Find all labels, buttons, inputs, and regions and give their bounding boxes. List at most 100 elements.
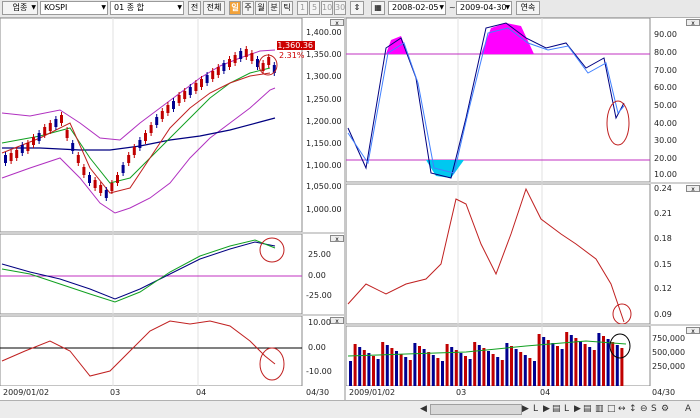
price-tick-label: 1,150.00 — [306, 139, 342, 148]
volume-tick-label: 750,000 — [652, 334, 686, 343]
status-L2-button[interactable]: L — [564, 403, 569, 415]
code-select[interactable]: 01 종 합 ▼ — [110, 1, 184, 15]
panel-close-button[interactable]: x — [330, 19, 344, 27]
candle-body — [4, 155, 7, 163]
candle-body — [71, 143, 75, 151]
table-icon[interactable]: ▤ — [583, 403, 592, 415]
volume-bar — [546, 340, 550, 386]
period-button-minute[interactable]: 분 — [268, 1, 280, 15]
volume-bar — [528, 358, 532, 386]
ma-mid-line — [1, 67, 271, 184]
volume-bar — [349, 361, 352, 386]
oscillator-panel-1[interactable]: x 25.00 0.00 -25.00 — [0, 234, 344, 314]
period-button-1[interactable]: 전체 — [203, 1, 225, 15]
candle-body — [32, 137, 35, 145]
plot-border — [0, 234, 303, 314]
next-icon[interactable]: ▶ — [522, 403, 529, 415]
interval-button-1[interactable]: 1 — [297, 1, 308, 15]
candle-body — [233, 55, 237, 63]
volatility-panel[interactable]: x 0.24 0.21 0.18 0.15 0.12 0.09 — [346, 184, 700, 324]
chart-icon[interactable]: ▥ — [595, 403, 604, 415]
settings-button[interactable]: ⇕ — [350, 1, 364, 15]
interval-button-10[interactable]: 10 — [321, 1, 333, 15]
stoch-tick-label: 10.00 — [654, 170, 677, 179]
start-date: 2008-02-05 — [392, 3, 439, 12]
volume-bar — [592, 350, 596, 386]
expand-icon[interactable]: ⊖ — [640, 403, 648, 415]
stoch-tick-label: 60.00 — [654, 83, 677, 92]
osc1-tick-label: -25.00 — [306, 291, 332, 300]
interval-button-30[interactable]: 30 — [334, 1, 346, 15]
horizontal-scrollbar[interactable] — [430, 404, 522, 415]
panel-close-button[interactable]: x — [686, 327, 700, 335]
status-A-button[interactable]: A — [685, 403, 691, 415]
volume-bar — [579, 341, 582, 386]
previous-icon[interactable]: ◀ — [420, 403, 427, 415]
highlight-circle — [259, 347, 285, 381]
candle-body — [155, 117, 159, 125]
period-button-monthly[interactable]: 월 — [255, 1, 267, 15]
volume-bar — [473, 342, 477, 386]
panel-close-button[interactable]: x — [686, 185, 700, 193]
volume-bar — [399, 354, 403, 386]
candle-body — [99, 185, 103, 193]
candle-body — [15, 150, 19, 158]
panel-close-button[interactable]: x — [330, 317, 344, 325]
candle-body — [188, 87, 192, 95]
period-button-daily[interactable]: 일 — [229, 1, 241, 15]
period-button-weekly[interactable]: 주 — [242, 1, 254, 15]
candle-body — [244, 49, 248, 57]
x-axis-label: 2009/01/02 — [349, 388, 396, 397]
period-button-0[interactable]: 전 — [188, 1, 201, 15]
price-tick-label: 1,100.00 — [306, 161, 342, 170]
oscillator-panel-2[interactable]: x 10.00 0.00 -10.00 — [0, 316, 344, 386]
start-date-field[interactable]: 2008-02-05 ▼ — [388, 1, 446, 15]
candle-body — [166, 105, 170, 113]
period-button-tick[interactable]: 틱 — [281, 1, 293, 15]
panel-close-button[interactable]: x — [686, 19, 700, 27]
volume-bar — [390, 348, 394, 386]
vola-tick-label: 0.24 — [654, 184, 672, 193]
candle-body — [127, 155, 131, 163]
continuous-button[interactable]: 연속 — [516, 1, 540, 15]
status-L-button[interactable]: L — [533, 403, 538, 415]
gear-icon[interactable]: ⚙ — [661, 403, 669, 415]
volume-bar — [551, 343, 555, 386]
bar-icon[interactable]: ↔ — [618, 403, 626, 415]
volume-bar — [464, 356, 467, 386]
osc1-tick-label: 0.00 — [308, 271, 326, 280]
end-date-field[interactable]: 2009-04-30 ▼ — [456, 1, 512, 15]
candle-body — [160, 111, 164, 119]
volume-bar — [372, 356, 375, 386]
table-icon[interactable]: ▤ — [552, 403, 561, 415]
chevron-down-icon: ▼ — [101, 4, 106, 11]
square-icon[interactable]: □ — [607, 403, 616, 415]
index-select[interactable]: KOSPI ▼ — [40, 1, 108, 15]
candle-body — [37, 133, 41, 141]
x-axis-label: 04/30 — [306, 388, 330, 397]
candle-body — [110, 183, 114, 191]
panel-close-button[interactable]: x — [330, 235, 344, 243]
arrows-icon[interactable]: ↕ — [629, 403, 637, 415]
bollinger-upper — [1, 49, 276, 141]
volume-bar — [376, 359, 380, 386]
calendar-button[interactable]: ▦ — [371, 1, 385, 15]
status-S-button[interactable]: S — [651, 403, 657, 415]
volume-bar — [431, 355, 435, 386]
volume-bar — [611, 342, 615, 386]
status-play2-button[interactable]: ▶ — [574, 403, 581, 415]
volume-bar — [597, 333, 601, 386]
stochastic-panel[interactable]: x 90.00 80.00 70.00 60.00 50.00 40.00 30… — [346, 18, 700, 182]
status-play-button[interactable]: ▶ — [543, 403, 550, 415]
volume-bar — [482, 348, 486, 386]
price-tick-label: 1,250.00 — [306, 95, 342, 104]
interval-button-5[interactable]: 5 — [309, 1, 320, 15]
candle-body — [20, 145, 24, 153]
volume-bar — [560, 349, 564, 386]
volume-bar — [353, 344, 357, 386]
market-select[interactable]: 업종 ▼ — [2, 1, 38, 15]
volatility-chart — [346, 184, 651, 324]
candle-body — [149, 125, 153, 133]
volume-panel[interactable]: x 750,000 500,000 250,000 — [346, 326, 700, 386]
calendar-icon: ▦ — [374, 3, 382, 12]
